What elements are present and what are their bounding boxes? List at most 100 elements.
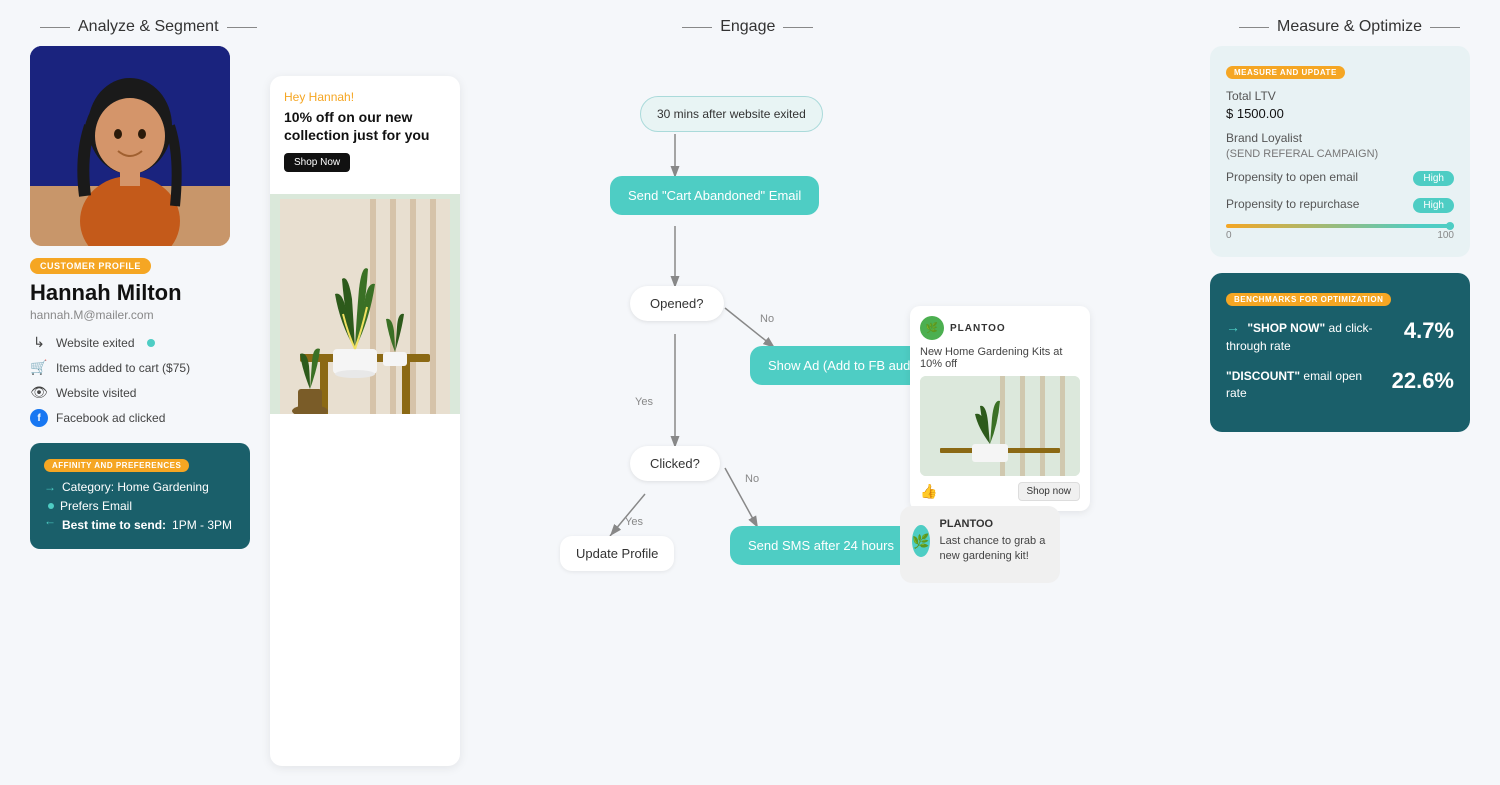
plantoo-logo: 🌿 [920, 316, 944, 340]
fb-ad-footer: 👍 Shop now [920, 482, 1080, 501]
customer-name: Hannah Milton [30, 280, 250, 306]
update-profile-text: Update Profile [576, 546, 658, 561]
send-sms-text: Send SMS after 24 hours [748, 538, 894, 553]
trigger-text: 30 mins after website exited [657, 107, 806, 121]
affinity-best-time: → Best time to send: 1PM - 3PM [44, 518, 236, 532]
facebook-icon: f [30, 409, 48, 427]
benchmarks-card: BENCHMARKS FOR OPTIMIZATION → "SHOP NOW"… [1210, 273, 1470, 432]
ad-value: 4.7% [1404, 318, 1454, 344]
phase-analyze-label: Analyze & Segment [78, 18, 219, 36]
send-email-node: Send "Cart Abandoned" Email [610, 176, 819, 215]
send-sms-node: Send SMS after 24 hours [730, 526, 912, 565]
measure-badge: MEASURE AND UPDATE [1226, 66, 1345, 79]
plant-svg [280, 199, 450, 414]
brand-value: (SEND REFERAL CAMPAIGN) [1226, 148, 1454, 160]
left-panel: CUSTOMER PROFILE Hannah Milton hannah.M@… [30, 46, 250, 766]
eye-icon: 👁 [30, 384, 48, 401]
trigger-node: 30 mins after website exited [640, 96, 823, 132]
affinity-dot [48, 503, 54, 509]
customer-email: hannah.M@mailer.com [30, 308, 250, 322]
arrow-left-icon: → [44, 518, 56, 532]
progress-bar: 0 100 [1226, 224, 1454, 241]
fb-shop-now-button[interactable]: Shop now [1018, 482, 1080, 501]
right-panel: MEASURE AND UPDATE Total LTV $ 1500.00 B… [1210, 46, 1470, 766]
person-svg [30, 46, 230, 246]
sms-text: Last chance to grab a new gardening kit! [940, 534, 1048, 565]
brand-row: Brand Loyalist (SEND REFERAL CAMPAIGN) [1226, 131, 1454, 160]
phase-measure: Measure & Optimize [1239, 18, 1460, 36]
ltv-row: Total LTV $ 1500.00 [1226, 89, 1454, 121]
email-propensity-row: Propensity to open email High [1226, 170, 1454, 187]
clicked-text: Clicked? [650, 456, 700, 471]
affinity-best-time-value: 1PM - 3PM [172, 518, 232, 532]
fb-ad-text: New Home Gardening Kits at 10% off [920, 346, 1080, 370]
fb-ad-image [920, 376, 1080, 476]
fb-ad-card: 🌿 PLANTOO New Home Gardening Kits at 10%… [910, 306, 1090, 511]
fb-brand: PLANTOO [950, 323, 1006, 334]
activity-dot [147, 339, 155, 347]
benchmarks-badge: BENCHMARKS FOR OPTIMIZATION [1226, 293, 1391, 306]
affinity-best-time-label: Best time to send: [62, 518, 166, 532]
ad-label-strong: "SHOP NOW" [1247, 321, 1325, 335]
middle-panel: Hey Hannah! 10% off on our new collectio… [270, 46, 1190, 766]
ad-benchmark-row: → "SHOP NOW" ad click-through rate 4.7% [1226, 318, 1454, 354]
arrow-icon: → [1226, 319, 1240, 335]
email-value: 22.6% [1392, 368, 1454, 394]
activity-label: Items added to cart ($75) [56, 361, 190, 375]
email-headline: 10% off on our new collection just for y… [284, 108, 446, 144]
repurchase-high-badge: High [1413, 198, 1454, 213]
yes-label-1: Yes [635, 396, 653, 408]
phase-measure-label: Measure & Optimize [1277, 18, 1422, 36]
opened-text: Opened? [650, 296, 704, 311]
phase-engage-label: Engage [720, 18, 775, 36]
arrow-icon: → [44, 480, 56, 494]
phase-measure-line-right [1430, 27, 1460, 28]
phase-engage-line-left [682, 27, 712, 28]
affinity-box: AFFINITY AND PREFERENCES → Category: Hom… [30, 443, 250, 549]
no-label-1: No [760, 313, 774, 325]
phase-engage-line-right [783, 27, 813, 28]
brand-label: Brand Loyalist [1226, 131, 1454, 145]
cart-icon: 🛒 [30, 359, 48, 376]
activity-website-exited: ↳ Website exited [30, 334, 250, 351]
sms-brand: PLANTOO [940, 518, 1048, 530]
opened-node: Opened? [630, 286, 724, 321]
customer-profile-badge: CUSTOMER PROFILE [30, 258, 151, 274]
like-icon[interactable]: 👍 [920, 483, 937, 500]
progress-max: 100 [1437, 230, 1454, 241]
email-benchmark-row: "DISCOUNT" email open rate 22.6% [1226, 368, 1454, 402]
phase-measure-line-left [1239, 27, 1269, 28]
yes-label-2: Yes [625, 516, 643, 528]
customer-photo [30, 46, 230, 246]
email-propensity-label: Propensity to open email [1226, 170, 1358, 184]
activity-label: Facebook ad clicked [56, 411, 165, 425]
email-high-badge: High [1413, 171, 1454, 186]
affinity-prefers-text: Prefers Email [60, 499, 132, 513]
shop-now-button[interactable]: Shop Now [284, 153, 350, 172]
measure-card: MEASURE AND UPDATE Total LTV $ 1500.00 B… [1210, 46, 1470, 257]
no-label-2: No [745, 473, 759, 485]
activity-label: Website exited [56, 336, 135, 350]
activity-facebook: f Facebook ad clicked [30, 409, 250, 427]
phase-line-right [227, 27, 257, 28]
ltv-value: $ 1500.00 [1226, 106, 1454, 121]
repurchase-label: Propensity to repurchase [1226, 197, 1359, 211]
progress-min: 0 [1226, 230, 1232, 241]
phase-line-left [40, 27, 70, 28]
activity-cart: 🛒 Items added to cart ($75) [30, 359, 250, 376]
ltv-label: Total LTV [1226, 89, 1454, 103]
affinity-category-text: Category: Home Gardening [62, 480, 209, 494]
activity-website-visited: 👁 Website visited [30, 384, 250, 401]
email-greeting: Hey Hannah! [284, 90, 446, 104]
send-email-text: Send "Cart Abandoned" Email [628, 188, 801, 203]
sms-circle-icon: 🌿 [912, 525, 930, 557]
sms-card: 🌿 PLANTOO Last chance to grab a new gard… [900, 506, 1060, 583]
flow-diagram: 30 mins after website exited Send "Cart … [480, 46, 1190, 766]
repurchase-row: Propensity to repurchase High [1226, 197, 1454, 214]
email-card: Hey Hannah! 10% off on our new collectio… [270, 76, 460, 766]
email-label-strong: "DISCOUNT" [1226, 369, 1300, 383]
progress-dot [1446, 222, 1454, 230]
phase-analyze: Analyze & Segment [40, 18, 257, 36]
email-card-image [270, 194, 460, 414]
clicked-node: Clicked? [630, 446, 720, 481]
